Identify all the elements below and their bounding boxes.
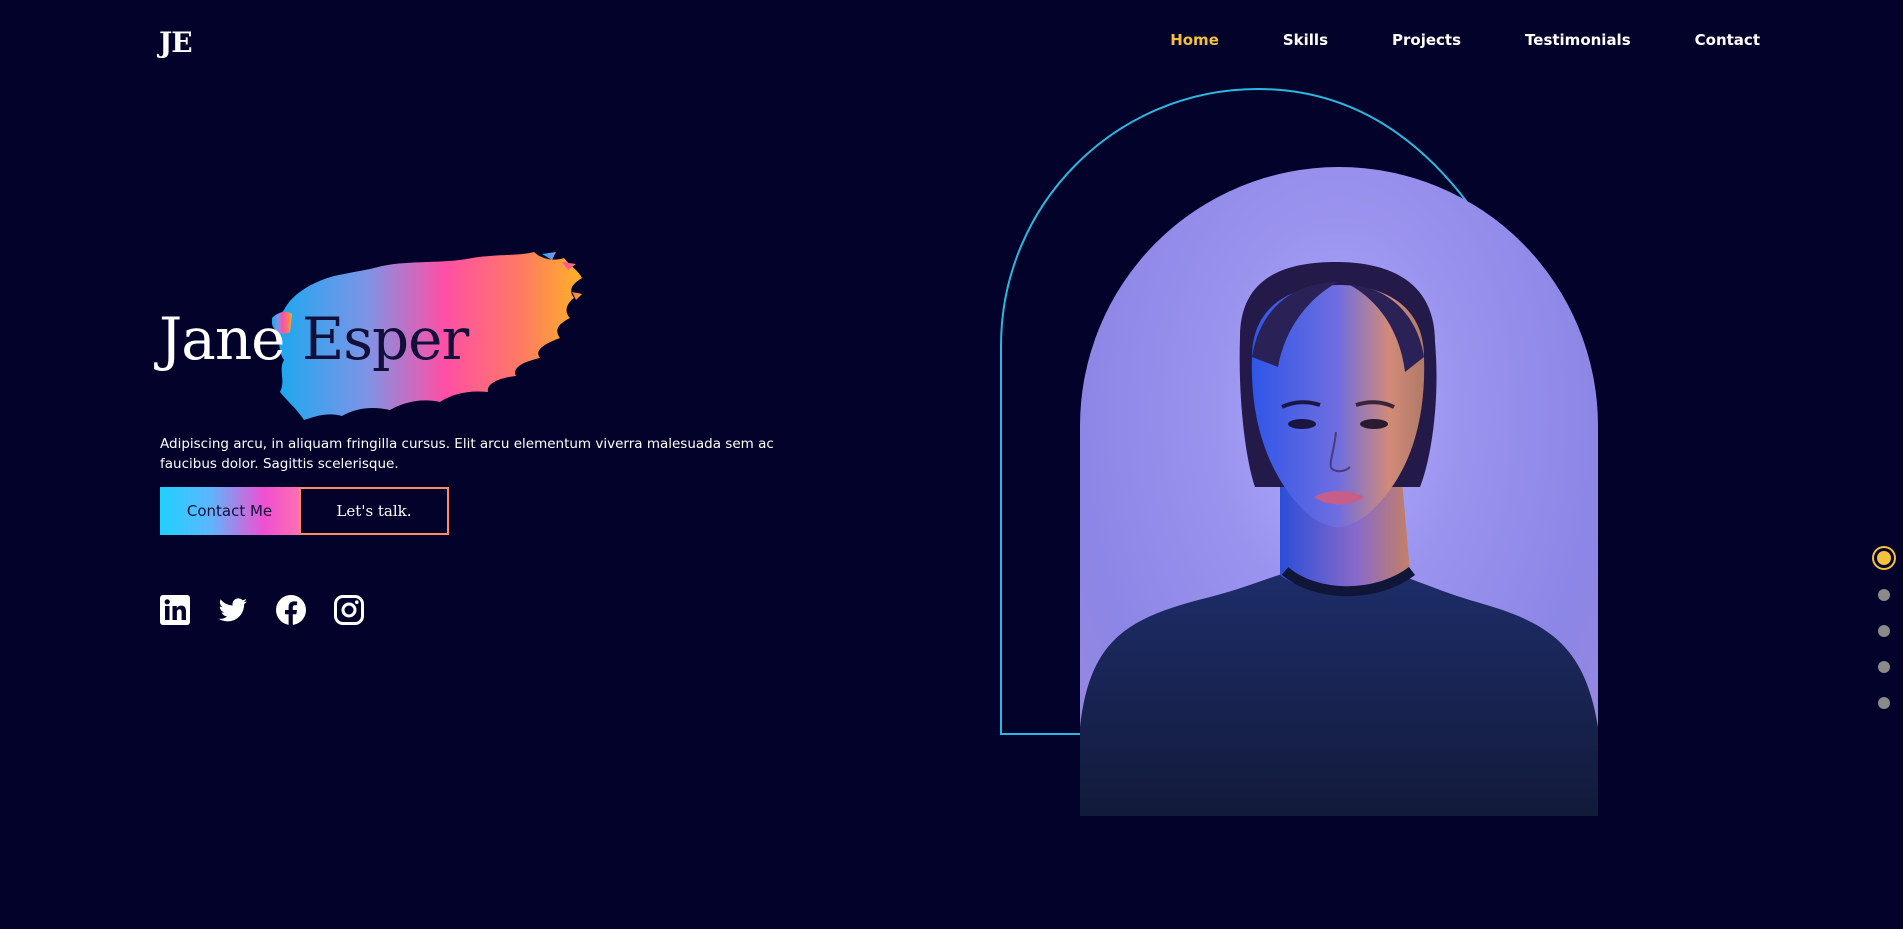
nav-home[interactable]: Home [1170, 31, 1219, 49]
nav-skills[interactable]: Skills [1283, 31, 1328, 49]
portrait-illustration [1080, 262, 1598, 816]
section-dot-1[interactable] [1877, 551, 1891, 565]
section-indicator [1873, 551, 1895, 733]
linkedin-icon[interactable] [160, 595, 190, 625]
hero-last-name: Esper [301, 305, 469, 373]
twitter-icon[interactable] [218, 595, 248, 625]
section-dot-2[interactable] [1878, 589, 1890, 601]
section-dot-4[interactable] [1878, 661, 1890, 673]
page: JE Home Skills Projects Testimonials Con… [0, 0, 1903, 929]
section-dot-5[interactable] [1878, 697, 1890, 709]
nav-testimonials[interactable]: Testimonials [1525, 31, 1631, 49]
hero-name: Jane Esper [159, 310, 469, 368]
hero-first-name: Jane [159, 305, 286, 373]
main-nav: Home Skills Projects Testimonials Contac… [1106, 31, 1760, 49]
nav-projects[interactable]: Projects [1392, 31, 1461, 49]
hero-tagline: Adipiscing arcu, in aliquam fringilla cu… [160, 435, 774, 472]
profile-portrait [1080, 167, 1598, 816]
instagram-icon[interactable] [334, 595, 364, 625]
logo[interactable]: JE [159, 26, 193, 59]
nav-contact[interactable]: Contact [1695, 31, 1760, 49]
section-dot-3[interactable] [1878, 625, 1890, 637]
hero-buttons: Contact Me Let's talk. [160, 487, 449, 535]
lets-talk-button[interactable]: Let's talk. [299, 487, 449, 535]
social-links [160, 595, 364, 625]
facebook-icon[interactable] [276, 595, 306, 625]
contact-me-button[interactable]: Contact Me [160, 487, 299, 535]
